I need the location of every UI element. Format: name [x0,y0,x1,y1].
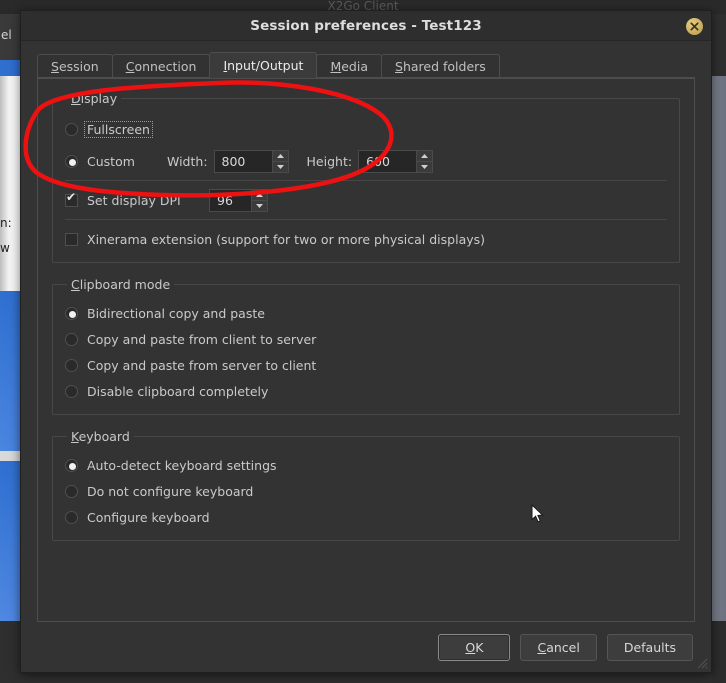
width-input[interactable]: 800 [213,149,272,173]
width-spinbox[interactable]: 800 [213,149,289,173]
height-spin-up-icon[interactable] [417,151,432,161]
custom-radio[interactable] [65,154,78,168]
display-separator-2 [65,219,667,220]
set-display-dpi-label[interactable]: Set display DPI [87,193,203,208]
width-spin-down-icon[interactable] [272,160,288,172]
clipboard-option-row[interactable]: Bidirectional copy and paste [65,300,667,326]
background-right-strip [712,76,726,621]
mouse-cursor [531,504,544,523]
clipboard-bidirectional-radio[interactable] [65,306,78,320]
dpi-spinbox[interactable]: 96 [209,188,268,212]
clipboard-option-row[interactable]: Copy and paste from server to client [65,352,667,378]
clipboard-option-row[interactable]: Copy and paste from client to server [65,326,667,352]
close-icon[interactable] [686,18,703,35]
width-spin-up-icon[interactable] [273,151,288,161]
height-input[interactable]: 600 [358,149,417,173]
keyboard-option-row[interactable]: Configure keyboard [65,504,667,530]
background-blue-panel-2 [0,461,22,621]
keyboard-configure-label[interactable]: Configure keyboard [87,510,210,525]
xinerama-row[interactable]: Xinerama extension (support for two or m… [65,226,667,252]
background-white-divider [0,451,22,461]
dpi-input[interactable]: 96 [209,188,251,212]
tab-session[interactable]: Session [37,54,113,78]
height-label: Height: [306,153,353,169]
keyboard-option-row[interactable]: Do not configure keyboard [65,478,667,504]
custom-resolution-row[interactable]: Custom Width: 800 Height: 600 [65,148,667,174]
fullscreen-row[interactable]: Fullscreen [65,116,667,142]
session-preferences-dialog: Session preferences - Test123 Session Co… [20,10,712,673]
fullscreen-radio[interactable] [65,122,78,136]
clipboard-disable-label[interactable]: Disable clipboard completely [87,384,268,399]
keyboard-do-not-configure-radio[interactable] [65,484,78,498]
dpi-spin-up-icon[interactable] [252,190,267,200]
fullscreen-label[interactable]: Fullscreen [84,120,153,138]
xinerama-checkbox[interactable] [65,232,78,246]
height-spin-buttons[interactable] [416,149,434,173]
resize-grip-icon[interactable] [694,655,708,669]
display-group-legend: Display [71,91,118,106]
height-spinbox[interactable]: 600 [358,149,434,173]
clipboard-bidirectional-label[interactable]: Bidirectional copy and paste [87,306,265,321]
keyboard-group-legend: Keyboard [71,429,130,444]
tab-shared-folders[interactable]: Shared folders [381,54,500,78]
defaults-button[interactable]: Defaults [606,633,693,661]
input-output-pane: Display Fullscreen Custom Width: 800 Hei… [37,78,695,622]
background-text-fragment-1: n: [0,216,12,230]
background-toolbar-label-fragment: el [1,28,12,42]
clipboard-mode-group: Clipboard mode Bidirectional copy and pa… [52,277,680,415]
set-display-dpi-row[interactable]: Set display DPI 96 [65,187,667,213]
tab-media[interactable]: Media [316,54,382,78]
keyboard-configure-radio[interactable] [65,510,78,524]
clipboard-client-to-server-label[interactable]: Copy and paste from client to server [87,332,316,347]
tab-input-output[interactable]: Input/Output [209,52,318,78]
clipboard-client-to-server-radio[interactable] [65,332,78,346]
clipboard-disable-radio[interactable] [65,384,78,398]
keyboard-group: Keyboard Auto-detect keyboard settings D… [52,429,680,541]
dialog-button-bar: OK Cancel Defaults [21,622,711,672]
set-display-dpi-checkbox[interactable] [65,191,78,207]
clipboard-server-to-client-label[interactable]: Copy and paste from server to client [87,358,316,373]
dialog-title: Session preferences - Test123 [250,18,482,34]
keyboard-autodetect-radio[interactable] [65,458,78,472]
clipboard-group-legend: Clipboard mode [71,277,171,292]
ok-button[interactable]: OK [438,633,511,661]
display-group: Display Fullscreen Custom Width: 800 Hei… [52,91,680,263]
background-blue-panel [0,291,22,451]
clipboard-option-row[interactable]: Disable clipboard completely [65,378,667,404]
xinerama-label[interactable]: Xinerama extension (support for two or m… [87,232,485,247]
clipboard-server-to-client-radio[interactable] [65,358,78,372]
tab-connection[interactable]: Connection [111,54,211,78]
display-separator-1 [65,180,667,181]
width-spin-buttons[interactable] [271,149,289,173]
keyboard-do-not-configure-label[interactable]: Do not configure keyboard [87,484,253,499]
background-text-fragment-2: w [0,241,10,255]
height-spin-down-icon[interactable] [417,160,433,172]
dpi-spin-down-icon[interactable] [252,199,267,211]
background-white-panel: n: w [0,76,22,291]
cancel-button[interactable]: Cancel [520,633,597,661]
dialog-titlebar[interactable]: Session preferences - Test123 [21,11,711,41]
tab-bar: Session Connection Input/Output Media Sh… [37,52,711,78]
keyboard-option-row[interactable]: Auto-detect keyboard settings [65,452,667,478]
width-label: Width: [167,153,208,169]
custom-label[interactable]: Custom [87,154,167,169]
dpi-spin-buttons[interactable] [251,188,268,212]
keyboard-autodetect-label[interactable]: Auto-detect keyboard settings [87,458,277,473]
background-blue-accent [0,60,22,76]
background-right-strip-lower [712,621,726,683]
